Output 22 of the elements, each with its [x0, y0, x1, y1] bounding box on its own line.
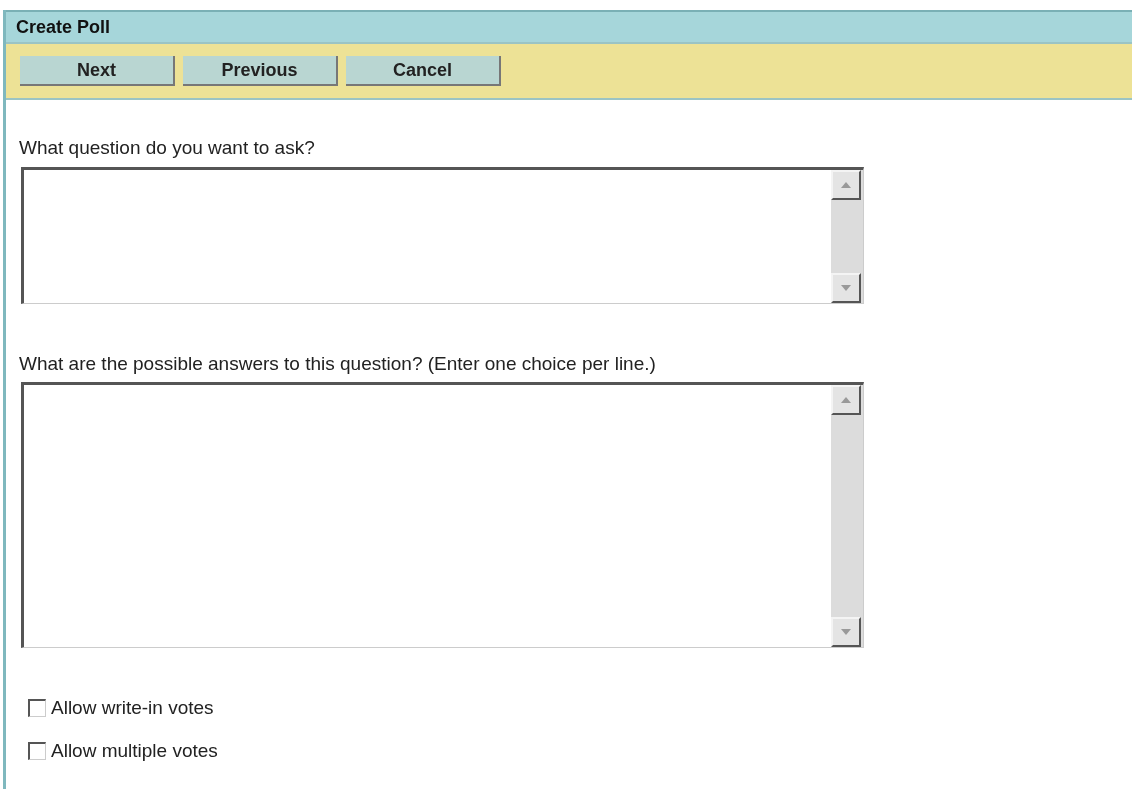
up-arrow-icon [841, 181, 851, 188]
question-field[interactable] [21, 166, 864, 304]
toolbar-button[interactable]: Next [20, 56, 175, 86]
scroll-down-button[interactable] [831, 617, 861, 647]
checkbox[interactable] [28, 699, 46, 718]
answers-field[interactable] [21, 382, 864, 648]
checkbox-label: Allow multiple votes [51, 738, 218, 763]
toolbar-button[interactable]: Previous [183, 56, 338, 86]
scrollbar[interactable] [831, 169, 863, 303]
checkbox-label: Allow write-in votes [51, 696, 214, 720]
window-title: Create Poll [16, 15, 111, 39]
toolbar-button[interactable]: Cancel [346, 56, 501, 86]
field-label: What question do you want to ask? [19, 136, 316, 160]
scroll-down-button[interactable] [831, 272, 861, 303]
checkbox[interactable] [28, 741, 46, 760]
up-arrow-icon [841, 397, 851, 403]
scroll-up-button[interactable] [831, 169, 861, 200]
scroll-up-button[interactable] [831, 385, 861, 415]
down-arrow-icon [841, 629, 851, 635]
field-label: What are the possible answers to this question? (Enter one choice per line.) [19, 351, 657, 376]
down-arrow-icon [841, 284, 851, 291]
scrollbar[interactable] [831, 385, 863, 647]
